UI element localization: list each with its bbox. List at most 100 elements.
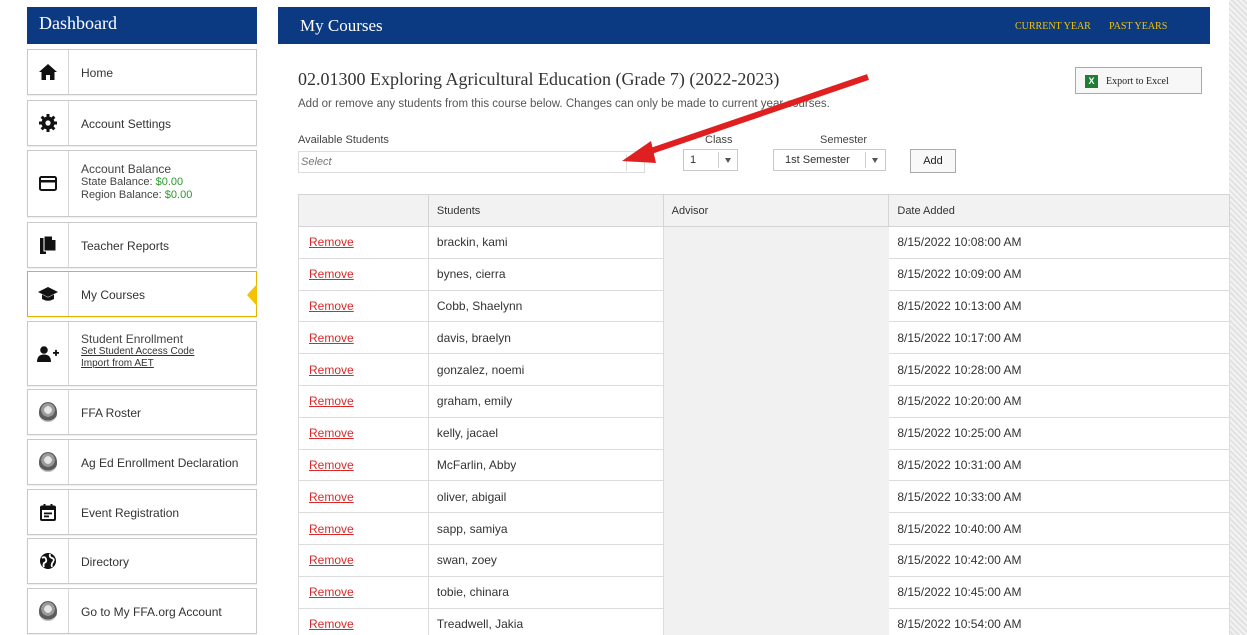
select-divider (626, 155, 627, 171)
remove-link[interactable]: Remove (309, 394, 354, 408)
calendar-icon (28, 490, 69, 534)
sidebar-item-directory[interactable]: Directory (27, 538, 257, 584)
sidebar-item-label: Ag Ed Enrollment Declaration (81, 456, 239, 470)
advisor-cell-redacted (662, 512, 890, 545)
export-to-excel-button[interactable]: X Export to Excel (1075, 67, 1202, 94)
home-icon (28, 50, 69, 94)
semester-select[interactable]: 1st Semester (773, 149, 886, 171)
excel-icon: X (1085, 75, 1098, 88)
select-divider (718, 152, 719, 168)
class-label: Class (705, 134, 733, 146)
sidebar-item-account-balance[interactable]: Account Balance State Balance: $0.00 Reg… (27, 150, 257, 217)
sidebar-item-home[interactable]: Home (27, 49, 257, 95)
remove-cell: Remove (298, 607, 429, 635)
table-row: Remove sapp, samiya 8/15/2022 10:40:00 AM (298, 512, 1230, 545)
table-row: Remove tobie, chinara 8/15/2022 10:45:00 A… (298, 575, 1230, 609)
gear-icon (28, 101, 69, 145)
sidebar-item-label: FFA Roster (81, 406, 142, 420)
ffa-emblem-icon (28, 589, 69, 633)
advisor-cell-redacted (662, 480, 890, 514)
graduation-cap-icon (28, 272, 69, 316)
sidebar-item-ffa-roster[interactable]: FFA Roster (27, 389, 257, 435)
table-header-row: Students Advisor Date Added (298, 194, 1230, 227)
table-row: Remove bynes, cierra 8/15/2022 10:09:00 AM (298, 257, 1230, 291)
current-year-link[interactable]: CURRENT YEAR (1015, 21, 1091, 32)
student-name: kelly, jacael (427, 416, 664, 450)
column-header-date-added: Date Added (888, 194, 1230, 227)
remove-link[interactable]: Remove (309, 553, 354, 567)
sidebar-item-label: Directory (81, 555, 130, 569)
sidebar-item-my-courses[interactable]: My Courses (27, 271, 257, 317)
remove-link[interactable]: Remove (309, 235, 354, 249)
sidebar-item-account-settings[interactable]: Account Settings (27, 100, 257, 146)
main-header: My Courses CURRENT YEAR PAST YEARS (278, 7, 1210, 44)
remove-link[interactable]: Remove (309, 617, 354, 631)
remove-link[interactable]: Remove (309, 585, 354, 599)
import-from-aet-link[interactable]: Import from AET (81, 358, 194, 370)
student-name: McFarlin, Abby (427, 448, 664, 482)
sidebar-item-label: Go to My FFA.org Account (81, 605, 222, 619)
remove-link[interactable]: Remove (309, 522, 354, 536)
remove-cell: Remove (298, 543, 429, 577)
remove-link[interactable]: Remove (309, 458, 354, 472)
column-header-students: Students (427, 194, 664, 227)
advisor-cell-redacted (662, 289, 890, 323)
student-name: bynes, cierra (427, 257, 664, 291)
sidebar-item-label: Account Balance (81, 162, 172, 176)
remove-link[interactable]: Remove (309, 331, 354, 345)
sidebar-item-student-enrollment[interactable]: Student Enrollment Set Student Access Co… (27, 321, 257, 386)
date-added: 8/15/2022 10:45:00 AM (888, 575, 1230, 609)
remove-link[interactable]: Remove (309, 299, 354, 313)
sidebar-item-label: Student Enrollment (81, 332, 184, 346)
sidebar-item-label: Home (81, 66, 114, 80)
remove-cell: Remove (298, 321, 429, 355)
students-table: Students Advisor Date Added Remove bracki… (298, 194, 1230, 635)
date-added: 8/15/2022 10:25:00 AM (888, 416, 1230, 450)
class-select[interactable]: 1 (683, 149, 738, 171)
table-row: Remove kelly, jacael 8/15/2022 10:25:00 AM (298, 416, 1230, 450)
student-name: gonzalez, noemi (427, 353, 664, 386)
sidebar-item-label: Teacher Reports (81, 239, 170, 253)
remove-link[interactable]: Remove (309, 426, 354, 440)
available-students-select[interactable]: Select (298, 151, 645, 173)
sidebar-item-ag-ed-enrollment[interactable]: Ag Ed Enrollment Declaration (27, 439, 257, 485)
sidebar-item-ffa-org-account[interactable]: Go to My FFA.org Account (27, 588, 257, 634)
table-row: Remove Treadwell, Jakia 8/15/2022 10:54:00… (298, 607, 1230, 635)
remove-cell: Remove (298, 353, 429, 386)
date-added: 8/15/2022 10:28:00 AM (888, 353, 1230, 386)
table-row: Remove brackin, kami 8/15/2022 10:08:00 AM (298, 226, 1230, 259)
remove-cell: Remove (298, 289, 429, 323)
date-added: 8/15/2022 10:08:00 AM (888, 226, 1230, 259)
date-added: 8/15/2022 10:54:00 AM (888, 607, 1230, 635)
globe-icon (28, 539, 69, 583)
set-student-access-code-link[interactable]: Set Student Access Code (81, 346, 194, 358)
sidebar-item-teacher-reports[interactable]: Teacher Reports (27, 222, 257, 268)
sidebar-item-label: My Courses (81, 288, 146, 302)
credit-card-icon (28, 151, 69, 216)
state-balance: State Balance: $0.00 (81, 176, 184, 188)
date-added: 8/15/2022 10:31:00 AM (888, 448, 1230, 482)
past-years-link[interactable]: PAST YEARS (1109, 21, 1167, 32)
advisor-cell-redacted (662, 543, 890, 577)
table-body: Remove brackin, kami 8/15/2022 10:08:00 AM… (298, 226, 1230, 635)
table-row: Remove Cobb, Shaelynn 8/15/2022 10:13:00 A… (298, 289, 1230, 323)
remove-link[interactable]: Remove (309, 267, 354, 281)
ffa-emblem-icon (28, 390, 69, 434)
student-name: Treadwell, Jakia (427, 607, 664, 635)
column-header-advisor: Advisor (662, 194, 890, 227)
advisor-cell-redacted (662, 416, 890, 450)
sidebar-item-event-registration[interactable]: Event Registration (27, 489, 257, 535)
table-row: Remove gonzalez, noemi 8/15/2022 10:28:00 … (298, 353, 1230, 386)
remove-cell: Remove (298, 448, 429, 482)
add-button[interactable]: Add (910, 149, 956, 173)
advisor-cell-redacted (662, 257, 890, 291)
remove-link[interactable]: Remove (309, 490, 354, 504)
remove-link[interactable]: Remove (309, 363, 354, 377)
date-added: 8/15/2022 10:42:00 AM (888, 543, 1230, 577)
table-row: Remove oliver, abigail 8/15/2022 10:33:00 … (298, 480, 1230, 514)
student-name: Cobb, Shaelynn (427, 289, 664, 323)
date-added: 8/15/2022 10:40:00 AM (888, 512, 1230, 545)
advisor-cell-redacted (662, 448, 890, 482)
remove-cell: Remove (298, 575, 429, 609)
advisor-cell-redacted (662, 575, 890, 609)
